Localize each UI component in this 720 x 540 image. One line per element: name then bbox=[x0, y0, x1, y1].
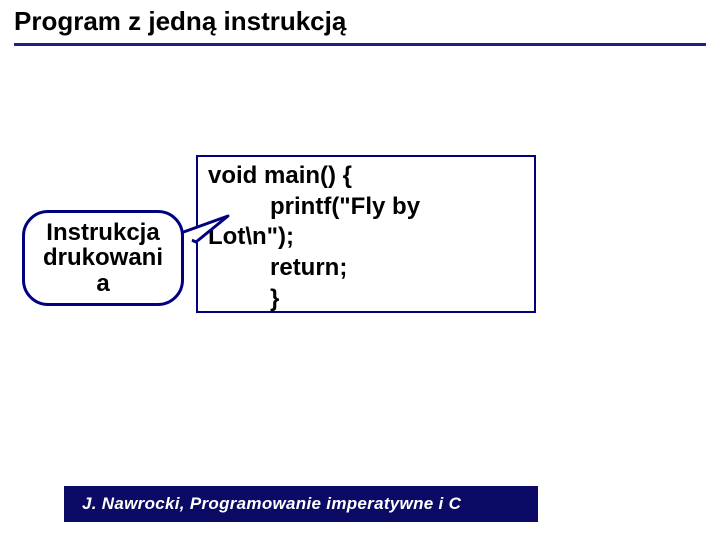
code-line-5: } bbox=[208, 284, 524, 315]
callout-tail bbox=[176, 210, 230, 244]
code-line-4-text: return; bbox=[270, 254, 347, 281]
slide: Program z jedną instrukcją void main() {… bbox=[0, 0, 720, 540]
code-line-4: return; bbox=[208, 253, 524, 284]
title-area: Program z jedną instrukcją bbox=[0, 0, 720, 46]
code-line-3: Lot\n"); bbox=[208, 222, 524, 253]
code-line-5-text: } bbox=[270, 285, 279, 312]
callout-line-3: a bbox=[43, 271, 163, 296]
code-box: void main() { printf("Fly by Lot\n"); re… bbox=[196, 155, 536, 313]
callout-line-2: drukowani bbox=[43, 245, 163, 270]
footer-bar: J. Nawrocki, Programowanie imperatywne i… bbox=[64, 486, 538, 522]
code-line-2-text: printf("Fly by bbox=[270, 193, 420, 220]
callout-text: Instrukcja drukowani a bbox=[43, 220, 163, 296]
code-line-1: void main() { bbox=[208, 161, 524, 192]
footer-text: J. Nawrocki, Programowanie imperatywne i… bbox=[82, 494, 461, 514]
title-underline bbox=[14, 43, 706, 46]
slide-title: Program z jedną instrukcją bbox=[14, 6, 706, 37]
callout-line-1: Instrukcja bbox=[43, 220, 163, 245]
callout-bubble: Instrukcja drukowani a bbox=[22, 210, 184, 306]
code-line-2: printf("Fly by bbox=[208, 192, 524, 223]
